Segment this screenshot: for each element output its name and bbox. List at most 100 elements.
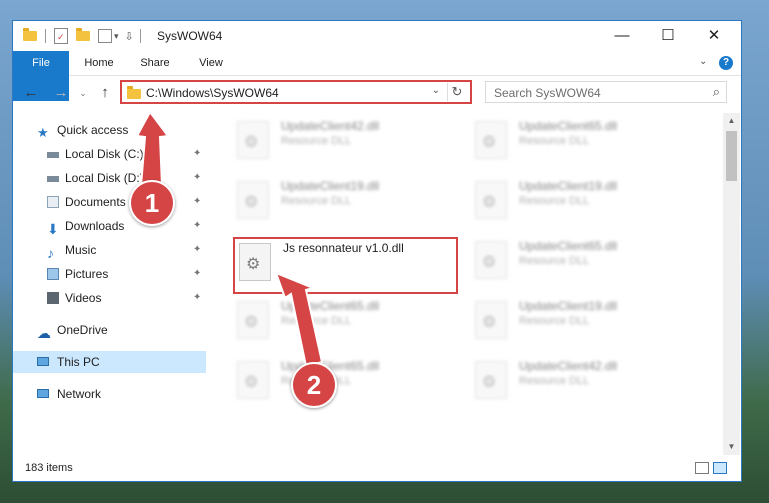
pictures-icon xyxy=(47,268,59,280)
up-arrow-icon[interactable]: ↑ xyxy=(95,83,115,103)
nav-item-label: Videos xyxy=(65,291,102,305)
file-item-js-resonnateur[interactable]: Js resonnateur v1.0.dll xyxy=(233,237,453,287)
help-icon[interactable]: ? xyxy=(719,56,733,70)
file-item[interactable]: UpdateClient42.dll Resource DLL xyxy=(231,115,451,165)
dll-file-icon xyxy=(237,121,269,159)
file-item[interactable]: UpdateClient65.dll Resource DLL xyxy=(469,115,689,165)
computer-icon xyxy=(37,357,49,366)
item-count: 183 items xyxy=(25,462,73,474)
search-input[interactable]: Search SysWOW64 ⌕ xyxy=(485,81,727,103)
customize-toolbar-icon[interactable]: ⇩ xyxy=(125,30,134,43)
dll-file-icon xyxy=(475,181,507,219)
recent-locations-icon[interactable]: ⌄ xyxy=(73,83,93,103)
dll-file-icon xyxy=(475,361,507,399)
quick-access-toolbar: ✓ ▾ ⇩ xyxy=(23,27,141,45)
view-options-icon[interactable] xyxy=(98,29,112,43)
file-type: Resource DLL xyxy=(281,135,352,147)
pin-icon[interactable]: ✦ xyxy=(193,167,201,189)
tab-home[interactable]: Home xyxy=(75,51,123,75)
file-item[interactable]: UpdateClient19.dll Resource DLL xyxy=(469,175,689,225)
nav-item-local-disk-c[interactable]: Local Disk (C:) ✦ xyxy=(13,143,206,165)
back-arrow-icon[interactable]: ← xyxy=(21,83,41,103)
nav-item-pictures[interactable]: Pictures ✦ xyxy=(13,263,206,285)
file-name: UpdateClient65.dll xyxy=(281,299,380,313)
new-folder-icon[interactable] xyxy=(76,28,90,41)
pin-icon[interactable]: ✦ xyxy=(193,263,201,285)
dll-file-icon xyxy=(237,181,269,219)
network-icon xyxy=(37,389,49,398)
nav-this-pc-label: This PC xyxy=(57,355,100,369)
nav-item-label: Local Disk (C:) xyxy=(65,147,144,161)
callout-badge-2: 2 xyxy=(291,362,337,408)
nav-quick-access[interactable]: ★ Quick access xyxy=(13,119,206,141)
minimize-button[interactable]: — xyxy=(599,21,645,51)
nav-item-documents[interactable]: Documents ✦ xyxy=(13,191,206,213)
callout-badge-1: 1 xyxy=(129,180,175,226)
window-title: SysWOW64 xyxy=(157,29,223,43)
nav-item-videos[interactable]: Videos ✦ xyxy=(13,287,206,309)
chevron-down-icon[interactable]: ⌄ xyxy=(432,85,440,96)
file-type: Resource DLL xyxy=(519,195,590,207)
pin-icon[interactable]: ✦ xyxy=(193,143,201,165)
nav-network-label: Network xyxy=(57,387,102,401)
scroll-up-icon[interactable]: ▲ xyxy=(723,113,740,129)
details-view-icon[interactable] xyxy=(695,462,709,474)
file-name: Js resonnateur v1.0.dll xyxy=(283,241,404,255)
file-item[interactable]: UpdateClient65.dll Resource DLL xyxy=(231,355,451,405)
tab-share[interactable]: Share xyxy=(131,51,179,75)
nav-item-music[interactable]: ♪ Music ✦ xyxy=(13,239,206,261)
file-name: UpdateClient65.dll xyxy=(519,239,618,253)
folder-icon xyxy=(127,86,141,99)
properties-icon[interactable]: ✓ xyxy=(54,28,68,44)
nav-network[interactable]: Network xyxy=(13,383,206,405)
address-path[interactable]: C:\Windows\SysWOW64 xyxy=(146,86,279,100)
nav-item-label: Downloads xyxy=(65,219,125,233)
file-item[interactable]: UpdateClient65.dll Resource DLL xyxy=(469,235,689,285)
tab-view[interactable]: View xyxy=(187,51,235,75)
nav-this-pc[interactable]: This PC xyxy=(13,351,206,373)
pin-icon[interactable]: ✦ xyxy=(193,215,201,237)
nav-onedrive-label: OneDrive xyxy=(57,323,108,337)
nav-item-label: Music xyxy=(65,243,97,257)
file-item[interactable]: UpdateClient65.dll Resource DLL xyxy=(231,295,451,345)
dll-file-icon xyxy=(475,301,507,339)
pin-icon[interactable]: ✦ xyxy=(193,191,201,213)
pin-icon[interactable]: ✦ xyxy=(193,287,201,309)
chevron-down-icon[interactable]: ▾ xyxy=(114,31,119,42)
forward-arrow-icon[interactable]: → xyxy=(51,83,71,103)
file-name: UpdateClient65.dll xyxy=(519,119,618,133)
large-icons-view-icon[interactable] xyxy=(713,462,727,474)
search-placeholder: Search SysWOW64 xyxy=(494,86,601,100)
file-item[interactable]: UpdateClient19.dll Resource DLL xyxy=(231,175,451,225)
file-item[interactable]: UpdateClient42.dll Resource DLL xyxy=(469,355,689,405)
file-name: UpdateClient42.dll xyxy=(281,119,380,133)
nav-onedrive[interactable]: ☁ OneDrive xyxy=(13,319,206,341)
film-icon xyxy=(47,292,59,304)
pin-icon[interactable]: ✦ xyxy=(193,239,201,261)
search-icon[interactable]: ⌕ xyxy=(713,84,720,100)
download-arrow-icon: ⬇ xyxy=(47,221,59,237)
maximize-button[interactable]: ☐ xyxy=(645,21,691,51)
scrollbar-thumb[interactable] xyxy=(726,131,737,181)
title-bar: ✓ ▾ ⇩ SysWOW64 — ☐ ✕ xyxy=(13,21,741,51)
navigation-pane: ★ Quick access Local Disk (C:) ✦ Local D… xyxy=(13,113,206,439)
nav-item-label: Pictures xyxy=(65,267,109,281)
file-item[interactable]: UpdateClient19.dll Resource DLL xyxy=(469,295,689,345)
folder-icon xyxy=(23,28,37,41)
scroll-down-icon[interactable]: ▼ xyxy=(723,439,740,455)
ribbon-tabs: File Home Share View ⌄ ? xyxy=(13,51,741,101)
address-bar[interactable]: C:\Windows\SysWOW64 ⌄ ↻ xyxy=(120,80,472,104)
file-type: Resource DLL xyxy=(519,315,590,327)
close-button[interactable]: ✕ xyxy=(691,21,737,51)
vertical-scrollbar[interactable]: ▲ ▼ xyxy=(723,113,740,455)
explorer-window: ✓ ▾ ⇩ SysWOW64 — ☐ ✕ File Home Share Vie… xyxy=(12,20,742,482)
file-type: Resource DLL xyxy=(519,375,590,387)
nav-item-downloads[interactable]: ⬇ Downloads ✦ xyxy=(13,215,206,237)
nav-item-label: Local Disk (D:) xyxy=(65,171,144,185)
nav-item-local-disk-d[interactable]: Local Disk (D:) ✦ xyxy=(13,167,206,189)
dll-file-icon xyxy=(237,361,269,399)
expand-ribbon-icon[interactable]: ⌄ xyxy=(699,56,707,67)
documents-icon xyxy=(47,196,59,208)
refresh-icon[interactable]: ↻ xyxy=(447,83,466,101)
music-note-icon: ♪ xyxy=(47,245,54,261)
